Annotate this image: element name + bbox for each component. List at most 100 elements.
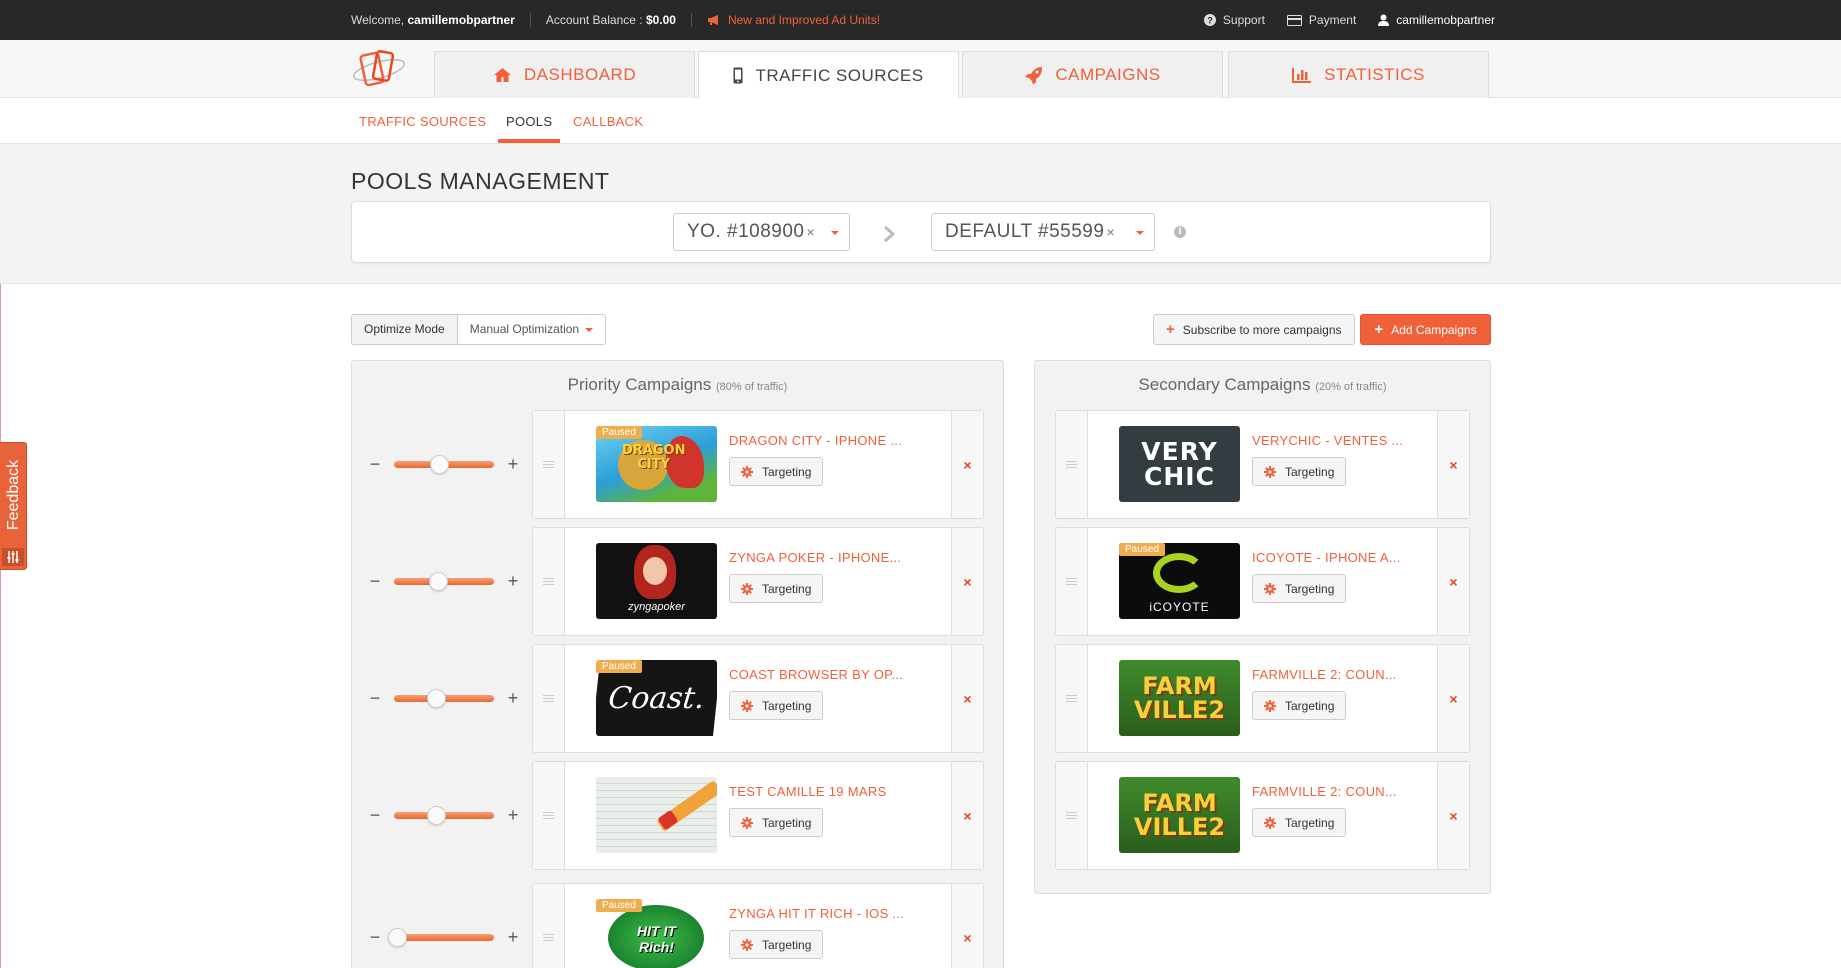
decrease-weight-button[interactable]: −: [368, 572, 382, 590]
targeting-button[interactable]: Targeting: [1252, 457, 1347, 486]
decrease-weight-button[interactable]: −: [368, 455, 382, 473]
drag-handle[interactable]: [1056, 411, 1088, 518]
priority-panel-title: Priority Campaigns (80% of traffic): [352, 375, 1003, 395]
slider-handle[interactable]: [429, 571, 448, 591]
support-link[interactable]: ? Support: [1203, 13, 1265, 27]
subscribe-campaigns-button[interactable]: + Subscribe to more campaigns: [1153, 314, 1355, 345]
paused-badge: Paused: [596, 426, 642, 439]
user-icon: [1378, 14, 1390, 26]
campaign-title-link[interactable]: FARMVILLE 2: COUN...: [1252, 667, 1397, 682]
tab-dashboard[interactable]: DASHBOARD: [434, 51, 695, 98]
targeting-button[interactable]: Targeting: [1252, 691, 1347, 720]
campaign-title-link[interactable]: DRAGON CITY - IPHONE ...: [729, 433, 902, 448]
clear-pool-button[interactable]: ×: [1106, 224, 1115, 240]
tab-traffic-sources[interactable]: TRAFFIC SOURCES: [698, 51, 959, 99]
targeting-button[interactable]: Targeting: [1252, 808, 1347, 837]
slider-handle[interactable]: [427, 688, 446, 708]
campaign-title-link[interactable]: ZYNGA POKER - IPHONE...: [729, 550, 901, 565]
tab-dashboard-label: DASHBOARD: [523, 65, 637, 84]
traffic-source-select[interactable]: YO. #108900 ×: [673, 213, 850, 251]
gear-icon: [1264, 465, 1276, 478]
remove-campaign-icon[interactable]: ×: [951, 411, 983, 518]
drag-handle[interactable]: [533, 884, 565, 968]
secondary-campaign-row: FARM VILLE2 FARMVILLE 2: COUN... Targetin…: [1055, 761, 1470, 870]
grip-icon: [1066, 461, 1077, 468]
top-bar: Welcome, camillemobpartner Account Balan…: [0, 0, 1841, 40]
promo-link[interactable]: New and Improved Ad Units!: [707, 13, 880, 27]
targeting-button[interactable]: Targeting: [729, 574, 824, 603]
targeting-button[interactable]: Targeting: [729, 808, 824, 837]
remove-campaign-icon[interactable]: ×: [1437, 411, 1469, 518]
pool-select[interactable]: DEFAULT #55599 ×: [931, 213, 1155, 251]
drag-handle[interactable]: [1056, 645, 1088, 752]
remove-campaign-icon[interactable]: ×: [951, 884, 983, 968]
campaign-title-link[interactable]: TEST CAMILLE 19 MARS: [729, 784, 886, 799]
weight-slider[interactable]: [394, 571, 494, 591]
logo[interactable]: [351, 48, 407, 90]
subnav-traffic-sources[interactable]: TRAFFIC SOURCES: [359, 114, 486, 129]
campaign-title-link[interactable]: FARMVILLE 2: COUN...: [1252, 784, 1397, 799]
active-subnav-indicator: [498, 139, 560, 143]
remove-campaign-icon[interactable]: ×: [951, 762, 983, 869]
thumb-text: VERY: [1141, 437, 1218, 466]
targeting-button[interactable]: Targeting: [1252, 574, 1347, 603]
pools-header-band: POOLS MANAGEMENT YO. #108900 × DEFAULT #5…: [0, 144, 1841, 284]
user-menu[interactable]: camillemobpartner: [1378, 13, 1495, 27]
campaign-title-link[interactable]: ZYNGA HIT IT RICH - IOS ...: [729, 906, 904, 921]
targeting-label: Targeting: [1285, 815, 1335, 830]
campaign-thumbnail: FARM VILLE2: [1119, 660, 1240, 736]
slider-handle[interactable]: [427, 805, 446, 825]
tab-campaigns[interactable]: CAMPAIGNS: [962, 51, 1223, 98]
weight-slider[interactable]: [388, 927, 494, 947]
weight-control: − +: [368, 688, 520, 708]
slider-handle[interactable]: [430, 454, 449, 474]
subnav-callback[interactable]: CALLBACK: [573, 114, 643, 129]
campaign-title-link[interactable]: COAST BROWSER BY OP...: [729, 667, 903, 682]
remove-campaign-icon[interactable]: ×: [951, 645, 983, 752]
tab-campaigns-label: CAMPAIGNS: [1055, 65, 1161, 84]
drag-handle[interactable]: [1056, 762, 1088, 869]
campaign-title-link[interactable]: ICOYOTE - IPHONE A...: [1252, 550, 1401, 565]
increase-weight-button[interactable]: +: [506, 928, 520, 946]
drag-handle[interactable]: [533, 762, 565, 869]
campaign-title-link[interactable]: VERYCHIC - VENTES ...: [1252, 433, 1403, 448]
drag-handle[interactable]: [533, 645, 565, 752]
clear-source-button[interactable]: ×: [806, 224, 815, 240]
add-campaigns-button[interactable]: + Add Campaigns: [1360, 314, 1491, 345]
mobile-icon: [733, 67, 743, 84]
grip-icon: [543, 812, 554, 819]
feedback-tab[interactable]: Feedback: [0, 442, 27, 570]
increase-weight-button[interactable]: +: [506, 572, 520, 590]
increase-weight-button[interactable]: +: [506, 806, 520, 824]
remove-campaign-icon[interactable]: ×: [951, 528, 983, 635]
weight-slider[interactable]: [394, 454, 494, 474]
decrease-weight-button[interactable]: −: [368, 806, 382, 824]
info-icon[interactable]: i: [1174, 226, 1186, 238]
decrease-weight-button[interactable]: −: [368, 689, 382, 707]
increase-weight-button[interactable]: +: [506, 455, 520, 473]
targeting-button[interactable]: Targeting: [729, 457, 824, 486]
paused-badge: Paused: [1119, 543, 1165, 556]
increase-weight-button[interactable]: +: [506, 689, 520, 707]
remove-campaign-icon[interactable]: ×: [1437, 528, 1469, 635]
weight-slider[interactable]: [394, 805, 494, 825]
remove-campaign-icon[interactable]: ×: [1437, 645, 1469, 752]
welcome-username: camillemobpartner: [407, 13, 515, 27]
tab-statistics-label: STATISTICS: [1324, 65, 1425, 84]
targeting-button[interactable]: Targeting: [729, 930, 824, 959]
tab-statistics[interactable]: STATISTICS: [1228, 51, 1489, 98]
drag-handle[interactable]: [533, 528, 565, 635]
drag-handle[interactable]: [533, 411, 565, 518]
payment-link[interactable]: Payment: [1286, 13, 1356, 27]
weight-slider[interactable]: [394, 688, 494, 708]
optimize-mode-dropdown[interactable]: Manual Optimization: [458, 315, 605, 344]
drag-handle[interactable]: [1056, 528, 1088, 635]
subnav-pools[interactable]: POOLS: [506, 114, 552, 129]
slider-handle[interactable]: [388, 927, 407, 947]
home-icon: [493, 68, 511, 82]
account-balance: Account Balance : $0.00: [546, 13, 676, 27]
grip-icon: [1066, 812, 1077, 819]
decrease-weight-button[interactable]: −: [368, 928, 382, 946]
targeting-button[interactable]: Targeting: [729, 691, 824, 720]
remove-campaign-icon[interactable]: ×: [1437, 762, 1469, 869]
